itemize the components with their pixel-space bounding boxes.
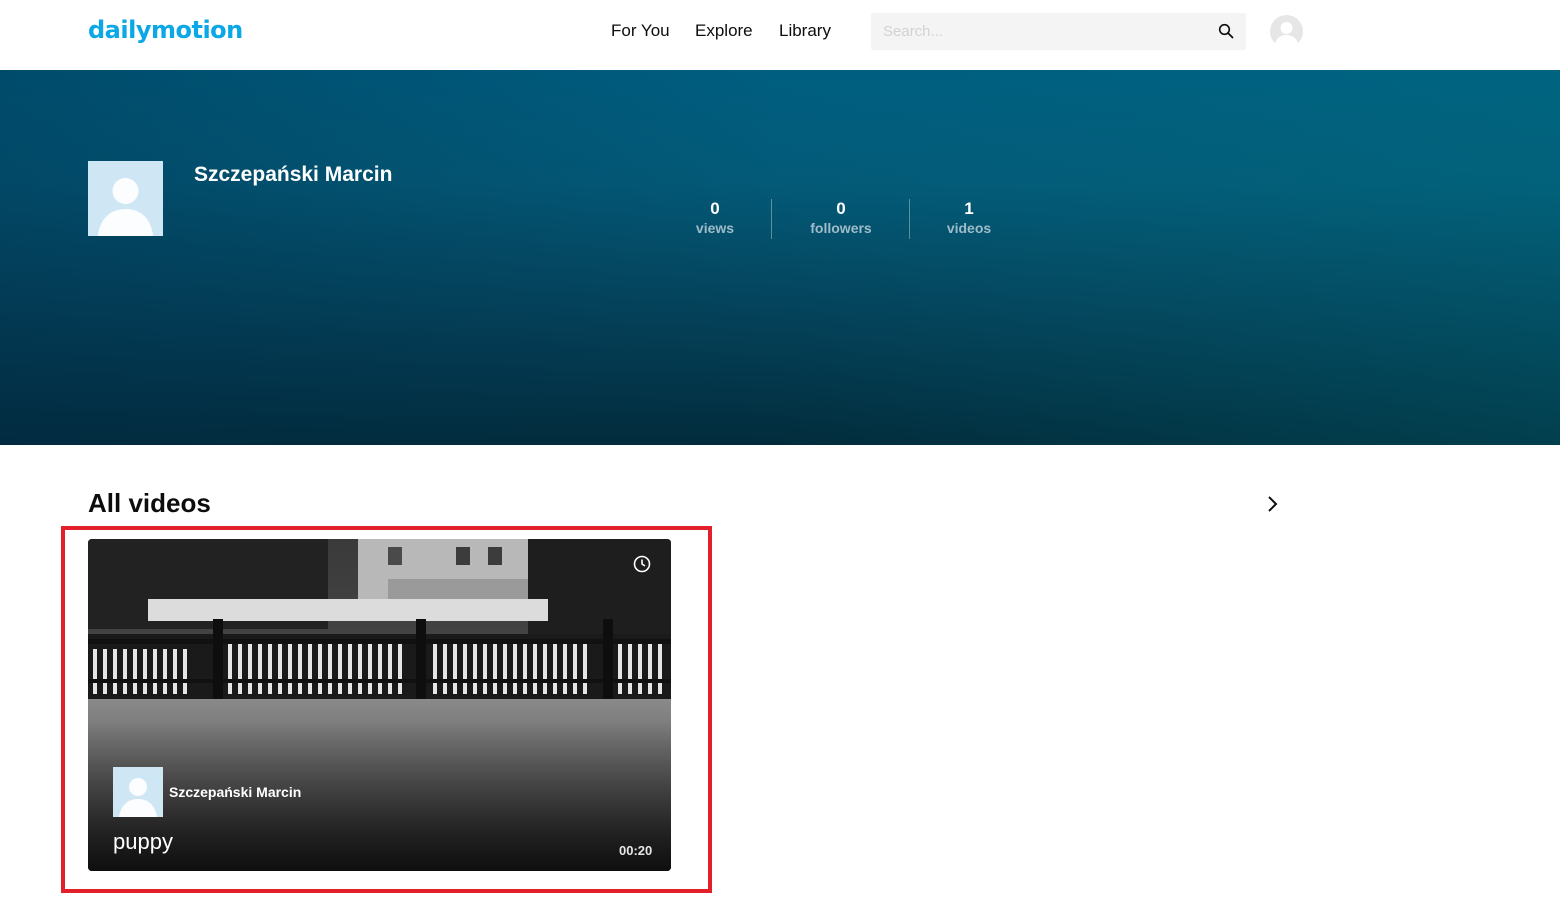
nav-explore[interactable]: Explore — [695, 21, 753, 41]
stat-label: followers — [810, 220, 872, 236]
channel-name: Szczepański Marcin — [194, 163, 393, 186]
account-avatar-button[interactable] — [1270, 15, 1303, 48]
video-owner-avatar[interactable] — [113, 767, 163, 817]
channel-avatar[interactable] — [88, 161, 163, 236]
stat-followers: 0 followers — [784, 199, 898, 237]
user-silhouette-icon — [98, 178, 153, 236]
user-silhouette-icon — [1274, 22, 1299, 48]
stat-value: 1 — [964, 199, 974, 218]
search-input[interactable] — [871, 13, 1201, 50]
video-duration: 00:20 — [619, 843, 653, 858]
dailymotion-logo[interactable]: dailymotion — [88, 16, 243, 44]
nav-for-you[interactable]: For You — [611, 21, 670, 41]
stat-value: 0 — [836, 199, 846, 218]
nav-library[interactable]: Library — [779, 21, 831, 41]
chevron-right-icon[interactable] — [1263, 494, 1281, 514]
channel-banner: Szczepański Marcin 0 views 0 followers 1… — [0, 70, 1560, 445]
stat-views: 0 views — [658, 199, 772, 237]
stat-videos: 1 videos — [912, 199, 1026, 237]
clock-icon[interactable] — [632, 554, 652, 574]
video-title[interactable]: puppy — [113, 829, 173, 855]
top-header: dailymotion For You Explore Library — [0, 0, 1560, 70]
section-title: All videos — [88, 488, 211, 518]
stat-label: views — [695, 220, 735, 236]
stat-divider — [771, 199, 772, 239]
search-box — [871, 13, 1246, 50]
video-card[interactable] — [88, 539, 671, 871]
stat-divider — [909, 199, 910, 239]
video-thumbnail — [88, 539, 671, 871]
user-silhouette-icon — [119, 778, 157, 817]
search-icon[interactable] — [1218, 23, 1234, 39]
stat-value: 0 — [710, 199, 720, 218]
video-owner-name[interactable]: Szczepański Marcin — [169, 784, 301, 800]
stat-label: videos — [946, 220, 992, 236]
